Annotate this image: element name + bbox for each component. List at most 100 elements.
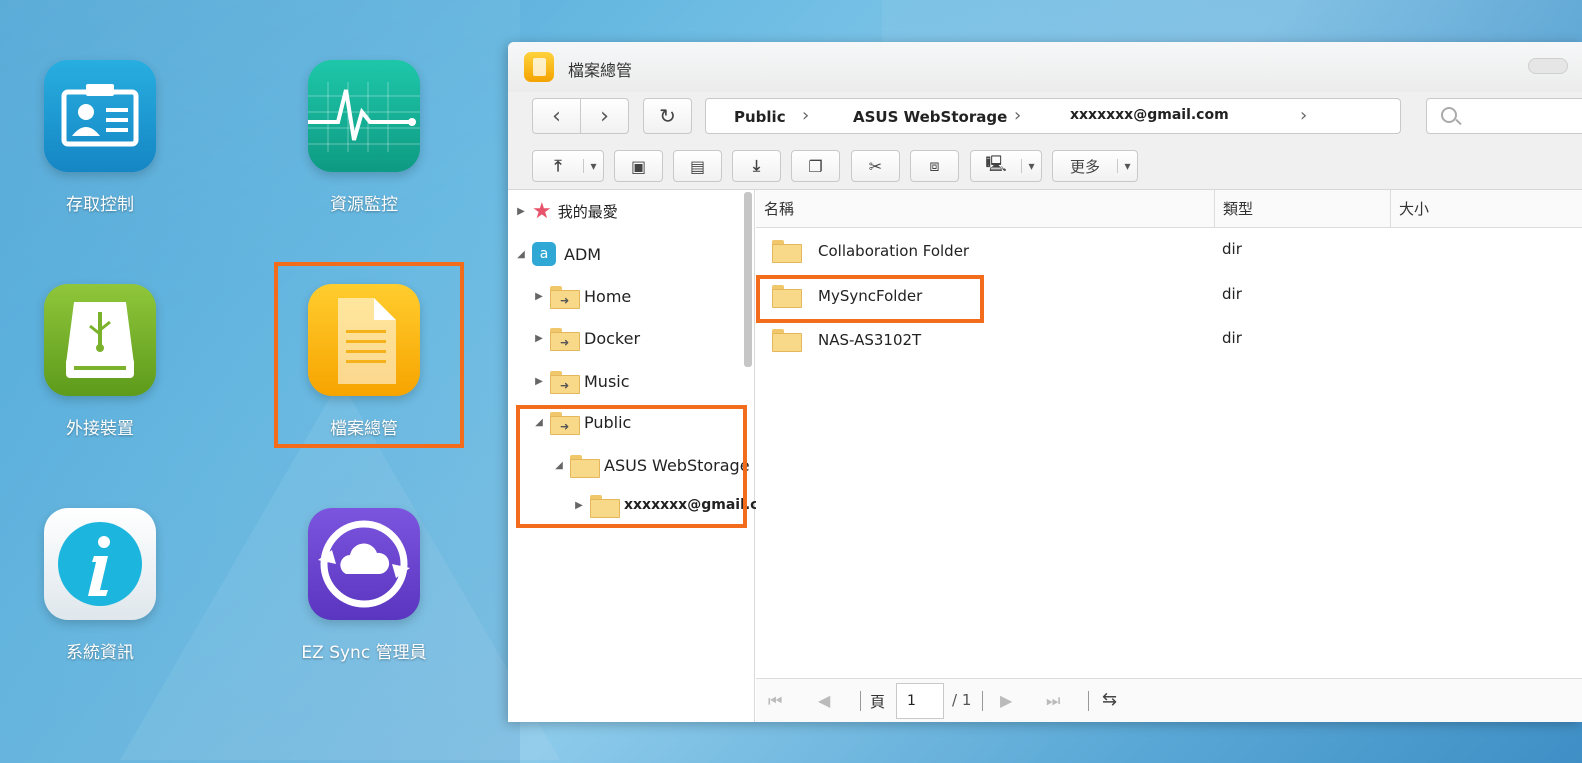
desktop-app-ez-sync[interactable]: EZ Sync 管理員: [274, 508, 454, 663]
id-card-icon: [44, 60, 156, 172]
expand-arrow-icon[interactable]: ▶: [514, 206, 528, 217]
file-list: 名稱 類型 大小 Collaboration Folder dir MySync…: [756, 190, 1582, 722]
column-header-type[interactable]: 類型: [1214, 190, 1390, 228]
tree-node-label: ADM: [564, 244, 602, 264]
pager-divider: [1088, 691, 1089, 711]
page-total: / 1: [952, 691, 972, 709]
desktop-app-resource-monitor[interactable]: 資源監控: [274, 60, 454, 215]
select-icon: ⧈: [929, 156, 940, 175]
download-button[interactable]: ⤓: [732, 150, 781, 182]
tree-node-adm[interactable]: ◢ a ADM: [514, 241, 601, 267]
window-control-button[interactable]: [1528, 58, 1568, 74]
first-page-icon[interactable]: ⏮: [768, 691, 782, 711]
tree-scrollbar[interactable]: [744, 192, 752, 367]
tree-node-music[interactable]: ▶ ➜ Music: [532, 368, 630, 394]
expand-arrow-icon[interactable]: ▶: [532, 291, 546, 302]
window-titlebar: 檔案總管: [508, 42, 1582, 92]
breadcrumb-item-asus-webstorage[interactable]: ASUS WebStorage: [853, 108, 1007, 126]
folder-arrow-icon: ▤: [689, 156, 706, 176]
more-label: 更多: [1069, 157, 1100, 176]
chevron-right-icon: ›: [600, 103, 609, 129]
chevron-right-icon: ›: [802, 105, 810, 126]
scissors-icon: ✂: [868, 156, 883, 176]
tree-node-label: Docker: [584, 328, 641, 348]
last-page-icon[interactable]: ⏭: [1046, 691, 1060, 711]
refresh-button[interactable]: ↻: [643, 98, 692, 134]
forward-button[interactable]: ›: [580, 99, 628, 133]
tree-node-docker[interactable]: ▶ ➜ Docker: [532, 325, 640, 351]
adm-logo-icon: a: [532, 242, 556, 266]
refresh-list-icon[interactable]: ⇆: [1102, 689, 1117, 710]
folder-plus-icon: ▣: [630, 156, 647, 176]
page-number-input[interactable]: 1: [896, 683, 944, 719]
app-label: 存取控制: [66, 195, 134, 215]
file-row[interactable]: Collaboration Folder dir: [756, 230, 1582, 274]
cloud-sync-icon: [308, 508, 420, 620]
download-icon: ⤓: [752, 156, 761, 175]
more-button[interactable]: 更多 ▾: [1052, 150, 1138, 182]
column-header-name[interactable]: 名稱: [756, 190, 1214, 228]
refresh-icon: ↻: [659, 104, 676, 128]
new-folder-button[interactable]: ▣: [614, 150, 663, 182]
usb-drive-icon: [44, 284, 156, 396]
nav-button-group: ‹ ›: [532, 98, 629, 134]
app-label: EZ Sync 管理員: [301, 643, 427, 663]
pager-divider: [982, 691, 983, 711]
app-label: 資源監控: [330, 195, 398, 215]
back-button[interactable]: ‹: [533, 99, 580, 133]
file-name: Collaboration Folder: [818, 241, 970, 260]
shared-folder-icon: ➜: [550, 370, 580, 394]
expand-arrow-icon[interactable]: ▶: [532, 333, 546, 344]
breadcrumb-item-public[interactable]: Public: [734, 108, 786, 126]
next-page-icon[interactable]: ▶: [1000, 691, 1012, 710]
breadcrumb-item-account[interactable]: xxxxxxx@gmail.com: [1070, 107, 1229, 123]
network-drive-button[interactable]: 🖳 ▾: [970, 150, 1042, 182]
highlight-box-tree-path: [516, 405, 747, 528]
copy-icon: ❐: [808, 156, 823, 176]
previous-page-icon[interactable]: ◀: [818, 691, 830, 710]
file-row[interactable]: NAS-AS3102T dir: [756, 319, 1582, 363]
column-header-size[interactable]: 大小: [1390, 190, 1566, 228]
tree-node-home[interactable]: ▶ ➜ Home: [532, 283, 631, 309]
toolbar-area: ‹ › ↻ Public › ASUS WebStorage › xxxxxxx…: [508, 92, 1582, 190]
expand-arrow-icon[interactable]: ▶: [532, 376, 546, 387]
upload-button[interactable]: ⤒ ▾: [532, 150, 604, 182]
file-type: dir: [1222, 240, 1242, 258]
pager-divider: [860, 691, 861, 711]
chevron-right-icon: ›: [1014, 105, 1022, 126]
copy-button[interactable]: ❐: [791, 150, 840, 182]
search-icon: [1441, 107, 1457, 123]
file-type: dir: [1222, 285, 1242, 303]
tree-node-favorites[interactable]: ▶ ★ 我的最愛: [514, 198, 618, 224]
breadcrumb: Public › ASUS WebStorage › xxxxxxx@gmail…: [705, 98, 1401, 134]
page-label: 頁: [870, 693, 886, 711]
pagination-bar: ⏮ ◀ 頁 1 / 1 ▶ ⏭ ⇆: [756, 678, 1582, 722]
chevron-down-icon[interactable]: ▾: [583, 159, 603, 173]
folder-icon: [772, 240, 802, 263]
file-name: NAS-AS3102T: [818, 330, 922, 349]
file-explorer-app-icon: [524, 52, 554, 82]
star-icon: ★: [532, 198, 552, 224]
monitor-network-icon: 🖳: [985, 153, 1007, 173]
file-list-header: 名稱 類型 大小: [756, 190, 1582, 228]
desktop-app-system-info[interactable]: 系統資訊: [10, 508, 190, 663]
select-all-button[interactable]: ⧈: [910, 150, 959, 182]
tree-node-label: 我的最愛: [557, 202, 618, 221]
search-input[interactable]: [1426, 98, 1582, 134]
chevron-down-icon[interactable]: ▾: [1117, 159, 1137, 173]
tree-node-label: Home: [584, 286, 632, 306]
upload-icon: ⤒: [554, 156, 562, 175]
collapse-arrow-icon[interactable]: ◢: [514, 249, 528, 260]
window-title: 檔案總管: [568, 61, 633, 80]
app-label: 系統資訊: [66, 643, 134, 663]
share-folder-button[interactable]: ▤: [673, 150, 722, 182]
desktop-app-access-control[interactable]: 存取控制: [10, 60, 190, 215]
desktop-app-external-devices[interactable]: 外接裝置: [10, 284, 190, 439]
cut-button[interactable]: ✂: [851, 150, 900, 182]
file-type: dir: [1222, 329, 1242, 347]
heartbeat-monitor-icon: [308, 60, 420, 172]
tree-node-label: Music: [584, 371, 630, 391]
shared-folder-icon: ➜: [550, 327, 580, 351]
chevron-right-icon[interactable]: ›: [1300, 105, 1307, 126]
chevron-down-icon[interactable]: ▾: [1021, 159, 1041, 173]
